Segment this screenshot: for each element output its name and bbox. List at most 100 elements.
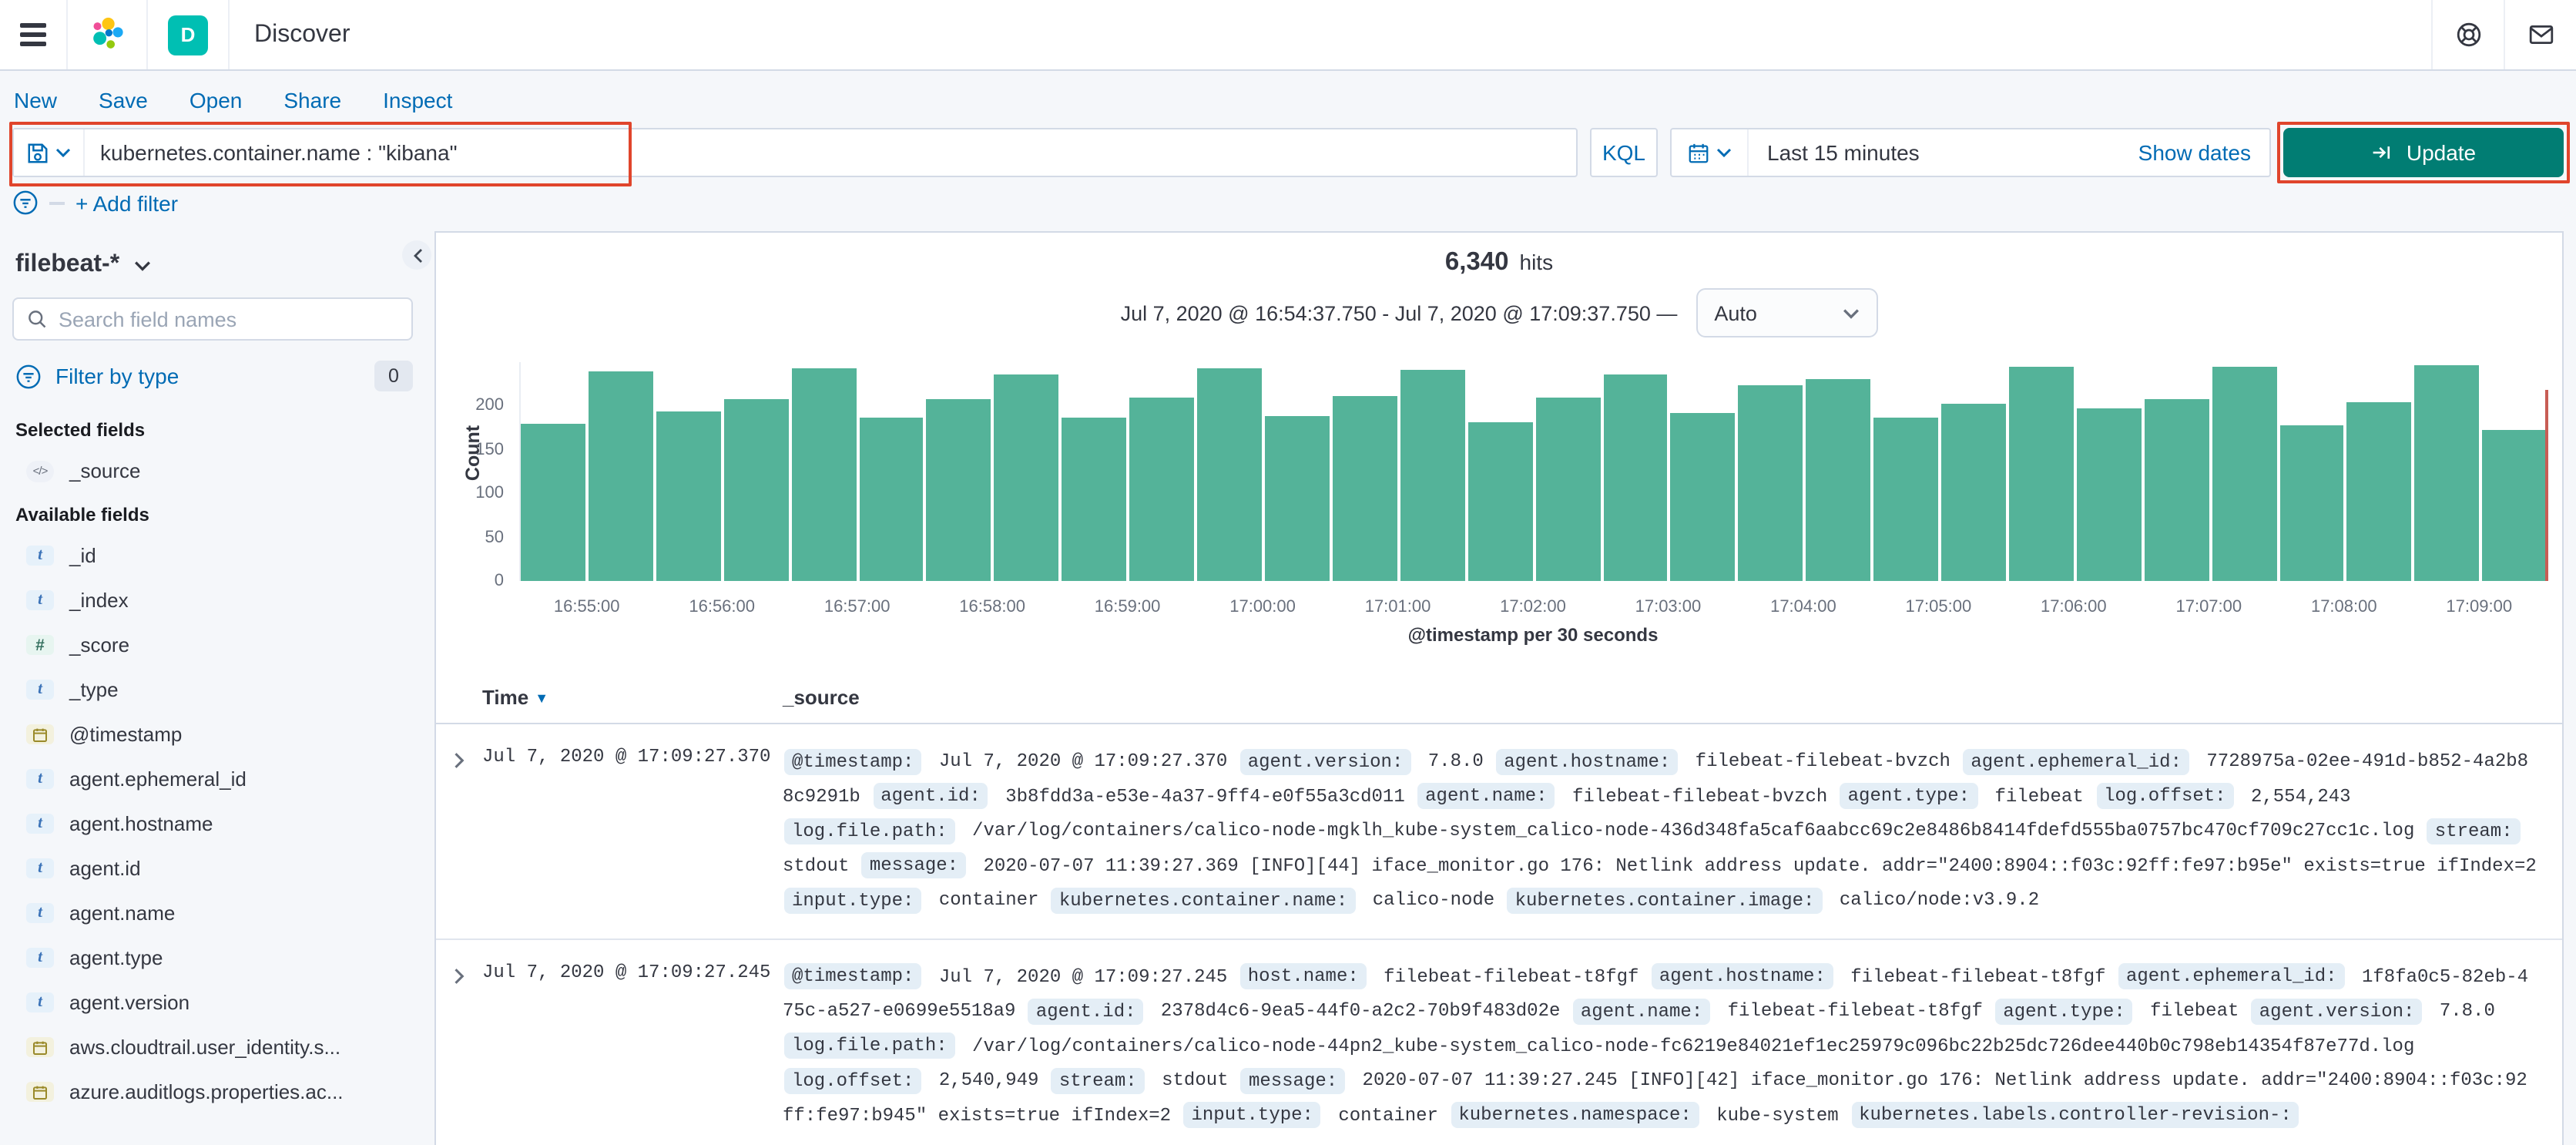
histogram-bar-17:05:30[interactable] [2008,366,2074,581]
field-item-agent.ephemeral_id[interactable]: t agent.ephemeral_id [12,757,413,801]
field-item-aws.cloudtrail.user_identity.s...[interactable]: aws.cloudtrail.user_identity.s... [12,1025,413,1069]
field-item-agent.hostname[interactable]: t agent.hostname [12,801,413,846]
histogram-bar-17:01:00[interactable] [1400,369,1465,581]
source-field-pill: agent.id: [1028,998,1144,1024]
histogram-bar-16:59:00[interactable] [1129,397,1195,581]
histogram-bar-17:04:00[interactable] [1806,378,1871,581]
menu-button[interactable] [0,0,68,69]
filter-menu-button[interactable] [12,190,39,216]
histogram-bar-16:56:00[interactable] [723,399,789,581]
field-name: _id [69,544,96,567]
source-field-pill: log.offset: [2096,783,2234,809]
histogram-bar-16:58:00[interactable] [994,374,1059,581]
time-column-label: Time [482,686,529,709]
help-button[interactable] [2431,0,2504,69]
filter-bar: + Add filter [0,190,2576,231]
source-field-pill: agent.version: [1239,748,1411,774]
filter-icon [16,364,41,388]
histogram-bar-17:00:30[interactable] [1332,395,1397,581]
available-fields-list: t _id t _index # _score t _type @timestamp t agent… [12,533,413,1114]
filter-by-type-button[interactable]: Filter by type [55,364,179,388]
field-item-_index[interactable]: t _index [12,578,413,623]
histogram-bar-17:02:00[interactable] [1535,398,1600,581]
source-field-pill: agent.name: [1572,998,1711,1024]
field-search [12,297,413,341]
histogram-bar-17:01:30[interactable] [1467,422,1533,581]
source-field-pill: kubernetes.labels.controller-revision-: [1851,1102,2299,1128]
interval-select[interactable]: Auto [1696,288,1878,337]
menu-item-inspect[interactable]: Inspect [383,88,452,112]
field-item-_score[interactable]: # _score [12,623,413,667]
histogram-bar-17:06:30[interactable] [2144,398,2209,581]
collapse-sidebar-button[interactable] [402,240,431,270]
time-range-label[interactable]: Last 15 minutes [1749,140,2138,165]
histogram-bar-17:08:00[interactable] [2346,401,2412,581]
histogram-bar-16:59:30[interactable] [1197,368,1262,581]
menu-item-new[interactable]: New [14,88,57,112]
field-search-input[interactable] [59,307,399,331]
refresh-icon [2373,146,2390,159]
field-item-agent.name[interactable]: t agent.name [12,891,413,935]
histogram-bar-17:03:00[interactable] [1670,412,1736,581]
hits-count: 6,340 [1444,248,1509,276]
histogram-bar-16:55:00[interactable] [588,371,653,581]
query-input[interactable] [85,140,1576,165]
string-field-icon: t [26,814,54,834]
expand-row-button[interactable] [436,959,482,989]
histogram-chart: Count 0 50 100 150 200 16:55:00 16:56:00 16:57… [451,362,2548,652]
chevron-left-icon [413,248,421,262]
histogram-plot [519,362,2548,581]
field-name: agent.version [69,991,190,1014]
source-column-header: _source [783,686,860,709]
query-row: KQL Last 15 minutes Show dates Update [0,122,2576,190]
source-field-pill: input.type: [784,887,922,913]
query-language-button[interactable]: KQL [1590,128,1658,177]
histogram-bar-17:07:30[interactable] [2279,425,2344,581]
histogram-bar-17:04:30[interactable] [1873,417,1939,581]
histogram-bar-17:05:00[interactable] [1941,404,2006,581]
histogram-bar-17:00:00[interactable] [1264,416,1330,581]
add-filter-button[interactable]: + Add filter [75,190,178,215]
histogram-bar-17:07:00[interactable] [2212,366,2277,581]
histogram-bar-17:03:30[interactable] [1738,384,1803,581]
histogram-bar-16:55:30[interactable] [656,411,721,581]
field-item-agent.type[interactable]: t agent.type [12,935,413,980]
histogram-bar-16:56:30[interactable] [791,368,857,581]
x-tick-17:03:00: 17:03:00 [1635,598,1702,616]
source-field-pill: kubernetes.container.image: [1507,887,1823,913]
update-button[interactable]: Update [2283,128,2564,177]
field-item-_type[interactable]: t _type [12,667,413,712]
histogram-bar-16:57:00[interactable] [859,417,924,581]
show-dates-button[interactable]: Show dates [2138,140,2269,165]
newsfeed-button[interactable] [2504,0,2576,69]
date-picker-calendar-button[interactable] [1672,129,1749,176]
histogram-bar-17:08:30[interactable] [2414,365,2480,581]
x-tick-17:02:00: 17:02:00 [1500,598,1566,616]
expand-row-button[interactable] [436,744,482,774]
saved-query-menu-button[interactable] [14,129,85,176]
histogram-bar-17:06:00[interactable] [2076,408,2142,581]
histogram-bar-16:58:30[interactable] [1062,418,1127,581]
field-item-agent.id[interactable]: t agent.id [12,846,413,891]
menu-item-share[interactable]: Share [283,88,341,112]
field-item-_source[interactable]: </> _source [12,448,413,493]
x-tick-16:59:00: 16:59:00 [1094,598,1161,616]
index-pattern-selector[interactable]: filebeat-* [12,243,413,297]
source-field-pill: @timestamp: [784,748,922,774]
field-item-@timestamp[interactable]: @timestamp [12,712,413,757]
histogram-bar-16:54:30[interactable] [521,423,585,581]
elastic-logo[interactable] [68,0,148,69]
app-breadcrumb-badge[interactable]: D [148,0,230,69]
histogram-bar-17:02:30[interactable] [1603,374,1668,581]
field-name: aws.cloudtrail.user_identity.s... [69,1036,341,1059]
string-field-icon: t [26,948,54,968]
field-item-azure.auditlogs.properties.ac...[interactable]: azure.auditlogs.properties.ac... [12,1069,413,1114]
filter-by-type-row: Filter by type 0 [12,341,413,408]
field-item-_id[interactable]: t _id [12,533,413,578]
time-column-header[interactable]: Time ▼ [482,686,783,709]
menu-item-open[interactable]: Open [190,88,243,112]
menu-item-save[interactable]: Save [99,88,148,112]
histogram-bar-16:57:30[interactable] [926,399,991,581]
field-item-agent.version[interactable]: t agent.version [12,980,413,1025]
histogram-bar-17:09:00[interactable] [2482,430,2547,581]
